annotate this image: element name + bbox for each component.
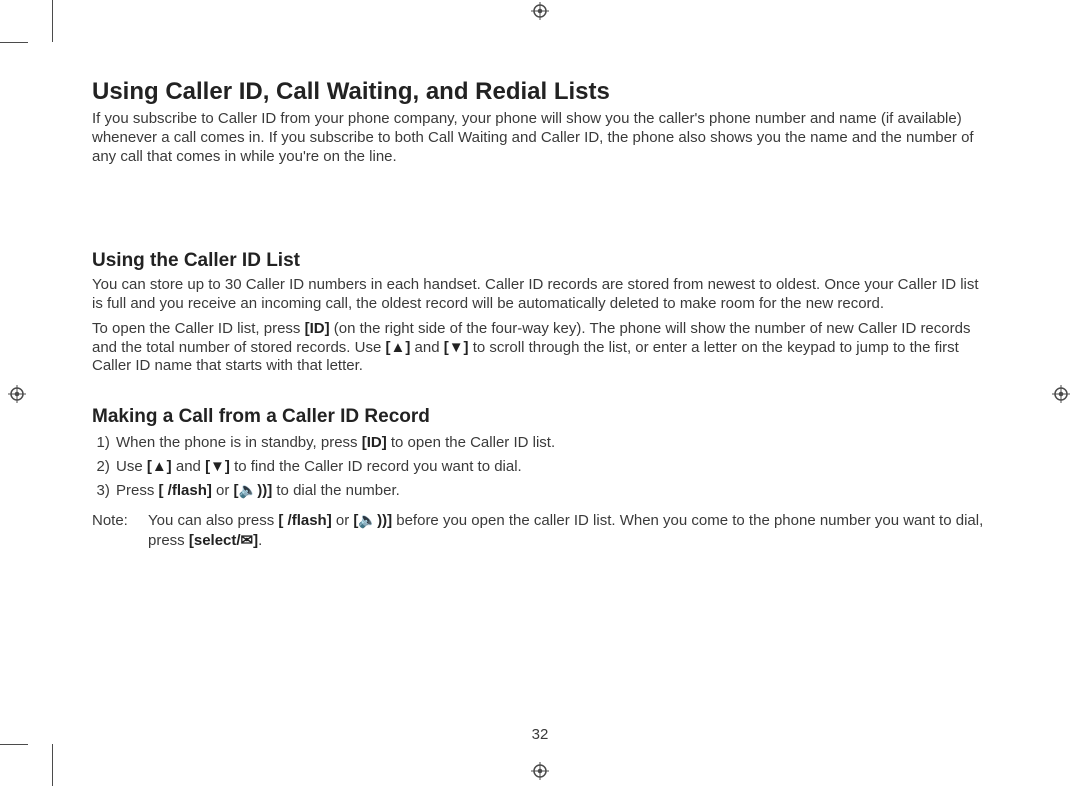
- note-label: Note:: [92, 511, 148, 550]
- caller-id-list-paragraph-2: To open the Caller ID list, press [ID] (…: [92, 320, 992, 376]
- speaker-button-icon: [🔈))]: [353, 512, 392, 529]
- id-button-icon: [ID]: [362, 434, 387, 451]
- page-title: Using Caller ID, Call Waiting, and Redia…: [92, 78, 992, 106]
- registration-mark-bottom-icon: [531, 762, 549, 780]
- crop-mark-icon: [0, 744, 28, 745]
- step-1: When the phone is in standby, press [ID]…: [114, 432, 992, 454]
- flash-button-label: [ /flash]: [159, 482, 212, 499]
- down-arrow-icon: [▼]: [444, 339, 469, 356]
- caller-id-list-paragraph-1: You can store up to 30 Caller ID numbers…: [92, 276, 992, 314]
- crop-mark-icon: [52, 744, 53, 786]
- crop-mark-icon: [0, 42, 28, 43]
- registration-mark-left-icon: [8, 385, 26, 403]
- section-title-caller-id-list: Using the Caller ID List: [92, 250, 992, 272]
- note-text: You can also press [ /flash] or [🔈))] be…: [148, 511, 992, 550]
- up-arrow-icon: [▲]: [147, 458, 172, 475]
- down-arrow-icon: [▼]: [205, 458, 230, 475]
- up-arrow-icon: [▲]: [386, 339, 411, 356]
- step-2: Use [▲] and [▼] to find the Caller ID re…: [114, 456, 992, 478]
- id-button-icon: [ID]: [305, 320, 330, 337]
- note: Note: You can also press [ /flash] or [🔈…: [92, 511, 992, 550]
- registration-mark-right-icon: [1052, 385, 1070, 403]
- steps-list: When the phone is in standby, press [ID]…: [92, 432, 992, 501]
- crop-mark-icon: [52, 0, 53, 42]
- intro-paragraph: If you subscribe to Caller ID from your …: [92, 110, 992, 166]
- registration-mark-top-icon: [531, 2, 549, 20]
- section-title-making-call: Making a Call from a Caller ID Record: [92, 406, 992, 428]
- page-number: 32: [0, 726, 1080, 743]
- flash-button-label: [ /flash]: [278, 512, 331, 529]
- speaker-button-icon: [🔈))]: [234, 482, 273, 499]
- step-3: Press [ /flash] or [🔈))] to dial the num…: [114, 480, 992, 502]
- select-button-label: [select/✉]: [189, 532, 258, 549]
- page-content: Using Caller ID, Call Waiting, and Redia…: [92, 78, 992, 550]
